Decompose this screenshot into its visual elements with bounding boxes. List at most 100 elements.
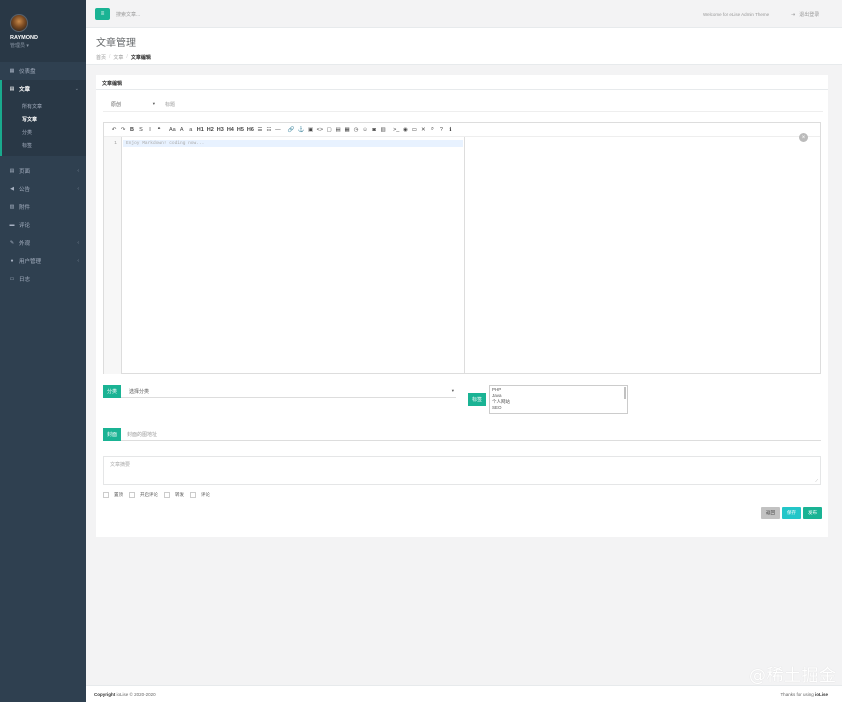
checkbox[interactable] <box>129 492 135 498</box>
sidebar-item-label: 外观 <box>19 241 31 247</box>
thanks-brand[interactable]: ioLise <box>815 692 828 697</box>
toolbar-html-entity-icon[interactable]: ☺ <box>361 125 369 135</box>
toolbar-uppercase-icon[interactable]: Aa <box>168 125 177 135</box>
scrollbar[interactable] <box>624 387 626 399</box>
article-type-select[interactable]: 原创 ▾ <box>103 101 159 108</box>
subnav-categories[interactable]: 分类 <box>2 126 86 139</box>
toolbar-emoji-icon[interactable]: ◷ <box>352 125 360 135</box>
sidebar-item-label: 用户管理 <box>19 259 42 265</box>
menu-toggle-button[interactable]: ≡ <box>95 8 110 20</box>
toolbar-code-block-icon[interactable]: ▢ <box>325 125 333 135</box>
toolbar-h5-icon[interactable]: H5 <box>236 125 245 135</box>
user-name: RAYMOND <box>10 35 38 41</box>
title-input[interactable]: 标题 <box>159 101 175 108</box>
sidebar-item-label: 公告 <box>19 187 31 193</box>
toolbar-preview-icon[interactable]: ◉ <box>401 125 409 135</box>
chevron-left-icon: ‹ <box>77 240 79 246</box>
logout-link[interactable]: ⇥ 退出登录 <box>791 11 819 19</box>
dropdown-arrow-icon: ▾ <box>152 101 155 106</box>
toolbar-hr-icon[interactable]: — <box>274 125 282 135</box>
avatar[interactable] <box>10 14 28 32</box>
save-button[interactable]: 保存 <box>782 507 801 519</box>
toolbar-help-icon[interactable]: ? <box>437 125 445 135</box>
toolbar-link-icon[interactable]: 🔗 <box>287 125 296 135</box>
search-input[interactable]: 搜索文章... <box>116 11 140 18</box>
checkbox-allow-comments[interactable]: 开启评论 <box>129 492 158 498</box>
summary-textarea[interactable]: 文章摘要 ⟋ <box>103 456 821 485</box>
subnav-tags[interactable]: 标签 <box>2 139 86 152</box>
toolbar-search-icon[interactable]: ⌕ <box>428 125 436 135</box>
toolbar-h6-icon[interactable]: H6 <box>246 125 255 135</box>
toolbar-redo-icon[interactable]: ↷ <box>119 125 127 135</box>
tags-multiselect[interactable]: PHP Java 个人网站 SEO <box>489 385 628 414</box>
toolbar-datetime-icon[interactable]: ▦ <box>343 125 351 135</box>
user-role-dropdown[interactable]: 管理员 ▾ <box>10 42 86 49</box>
toolbar-image-icon[interactable]: ▣ <box>307 125 315 135</box>
sidebar-item-attachments[interactable]: ▨ 附件 <box>0 198 86 216</box>
back-button[interactable]: 返回 <box>761 507 780 519</box>
sidebar-item-label: 附件 <box>19 205 31 211</box>
chevron-left-icon: ‹ <box>77 168 79 174</box>
toolbar-info-icon[interactable]: ℹ <box>446 125 454 135</box>
toolbar-strikethrough-icon[interactable]: S <box>137 125 145 135</box>
checkbox[interactable] <box>103 492 109 498</box>
editor-preview-divider <box>464 137 465 374</box>
category-select[interactable]: 选择分类 ▾ <box>121 388 456 395</box>
article-edit-card: 文章编辑 原创 ▾ 标题 ↶ ↷ B S I ❝ Aa Aa H1 H2 H3 H4 H5 H6 ☰ ☷ — 🔗 ⚓… <box>96 75 828 537</box>
sidebar-item-announcements[interactable]: ◀ 公告 ‹ <box>0 180 86 198</box>
subnav-all-articles[interactable]: 所有文章 <box>2 100 86 113</box>
toolbar-h2-icon[interactable]: H2 <box>206 125 215 135</box>
toolbar-italic-icon[interactable]: I <box>146 125 154 135</box>
sidebar-item-label: 评论 <box>19 223 31 229</box>
toolbar-h3-icon[interactable]: H3 <box>216 125 225 135</box>
subnav-write-article[interactable]: 写文章 <box>2 113 86 126</box>
resize-handle-icon[interactable]: ⟋ <box>815 478 818 483</box>
thumbnail-input[interactable]: 封面的图地址 <box>121 431 157 438</box>
checkbox-comments[interactable]: 评论 <box>190 492 210 498</box>
breadcrumb-articles[interactable]: 文章 <box>113 54 123 61</box>
toolbar-h4-icon[interactable]: H4 <box>226 125 235 135</box>
sidebar-item-pages[interactable]: ▤ 页面 ‹ <box>0 162 86 180</box>
sidebar-item-logs[interactable]: ▭ 日志 <box>0 270 86 288</box>
sidebar-item-appearance[interactable]: ✎ 外观 ‹ <box>0 234 86 252</box>
sidebar: RAYMOND 管理员 ▾ ▦ 仪表盘 ▤ 文章 ⌄ 所有文章 写文章 分类 标… <box>0 0 86 702</box>
breadcrumb-current: 文章编辑 <box>130 55 151 61</box>
toolbar-terminal-icon[interactable]: ▥ <box>379 125 387 135</box>
sidebar-item-label: 文章 <box>19 87 31 93</box>
toolbar-anchor-icon[interactable]: ⚓ <box>297 125 306 135</box>
checkbox[interactable] <box>164 492 170 498</box>
footer: Copyright ioLise © 2020-2020 Thanks for … <box>86 685 842 702</box>
toolbar-case-upper-icon[interactable]: A <box>178 125 186 135</box>
toolbar-quote-icon[interactable]: ❝ <box>155 125 163 135</box>
thumbnail-label: 封面 <box>103 427 122 441</box>
welcome-text: Welcome for eLise Admin Theme <box>703 12 770 17</box>
breadcrumb-home[interactable]: 首页 <box>96 54 106 61</box>
toolbar-h1-icon[interactable]: H1 <box>196 125 205 135</box>
sidebar-item-articles[interactable]: ▤ 文章 ⌄ <box>0 80 86 98</box>
toolbar-case-lower-icon[interactable]: a <box>187 125 195 135</box>
sidebar-item-users[interactable]: ● 用户管理 ‹ <box>0 252 86 270</box>
thumbnail-row: 封面 封面的图地址 <box>103 427 821 441</box>
toolbar-undo-icon[interactable]: ↶ <box>110 125 118 135</box>
publish-button[interactable]: 发布 <box>803 507 822 519</box>
toolbar-table-icon[interactable]: ▤ <box>334 125 342 135</box>
toolbar-unordered-list-icon[interactable]: ☰ <box>256 125 264 135</box>
sidebar-item-comments[interactable]: ▬ 评论 <box>0 216 86 234</box>
tag-option[interactable]: SEO <box>492 405 625 411</box>
sidebar-nav: ▦ 仪表盘 ▤ 文章 ⌄ 所有文章 写文章 分类 标签 ▤ 页面 ‹ ◀ 公告 … <box>0 62 86 288</box>
toolbar-clear-icon[interactable]: ✕ <box>419 125 427 135</box>
checkbox-pin[interactable]: 置顶 <box>103 492 123 498</box>
close-preview-icon[interactable]: × <box>799 133 808 142</box>
toolbar-code-icon[interactable]: <> <box>316 125 324 135</box>
sidebar-item-label: 日志 <box>19 277 31 283</box>
toolbar-fullscreen-icon[interactable]: ▭ <box>410 125 418 135</box>
toolbar-bold-icon[interactable]: B <box>128 125 136 135</box>
checkbox[interactable] <box>190 492 196 498</box>
toolbar-ordered-list-icon[interactable]: ☷ <box>265 125 273 135</box>
sidebar-item-dashboard[interactable]: ▦ 仪表盘 <box>0 62 86 80</box>
code-input[interactable]: Enjoy Markdown! coding now... <box>123 140 463 147</box>
toolbar-watch-icon[interactable]: >_ <box>392 125 400 135</box>
checkbox-repost[interactable]: 转发 <box>164 492 184 498</box>
toolbar-pagebreak-icon[interactable]: ◙ <box>370 125 378 135</box>
sidebar-item-label: 页面 <box>19 169 31 175</box>
